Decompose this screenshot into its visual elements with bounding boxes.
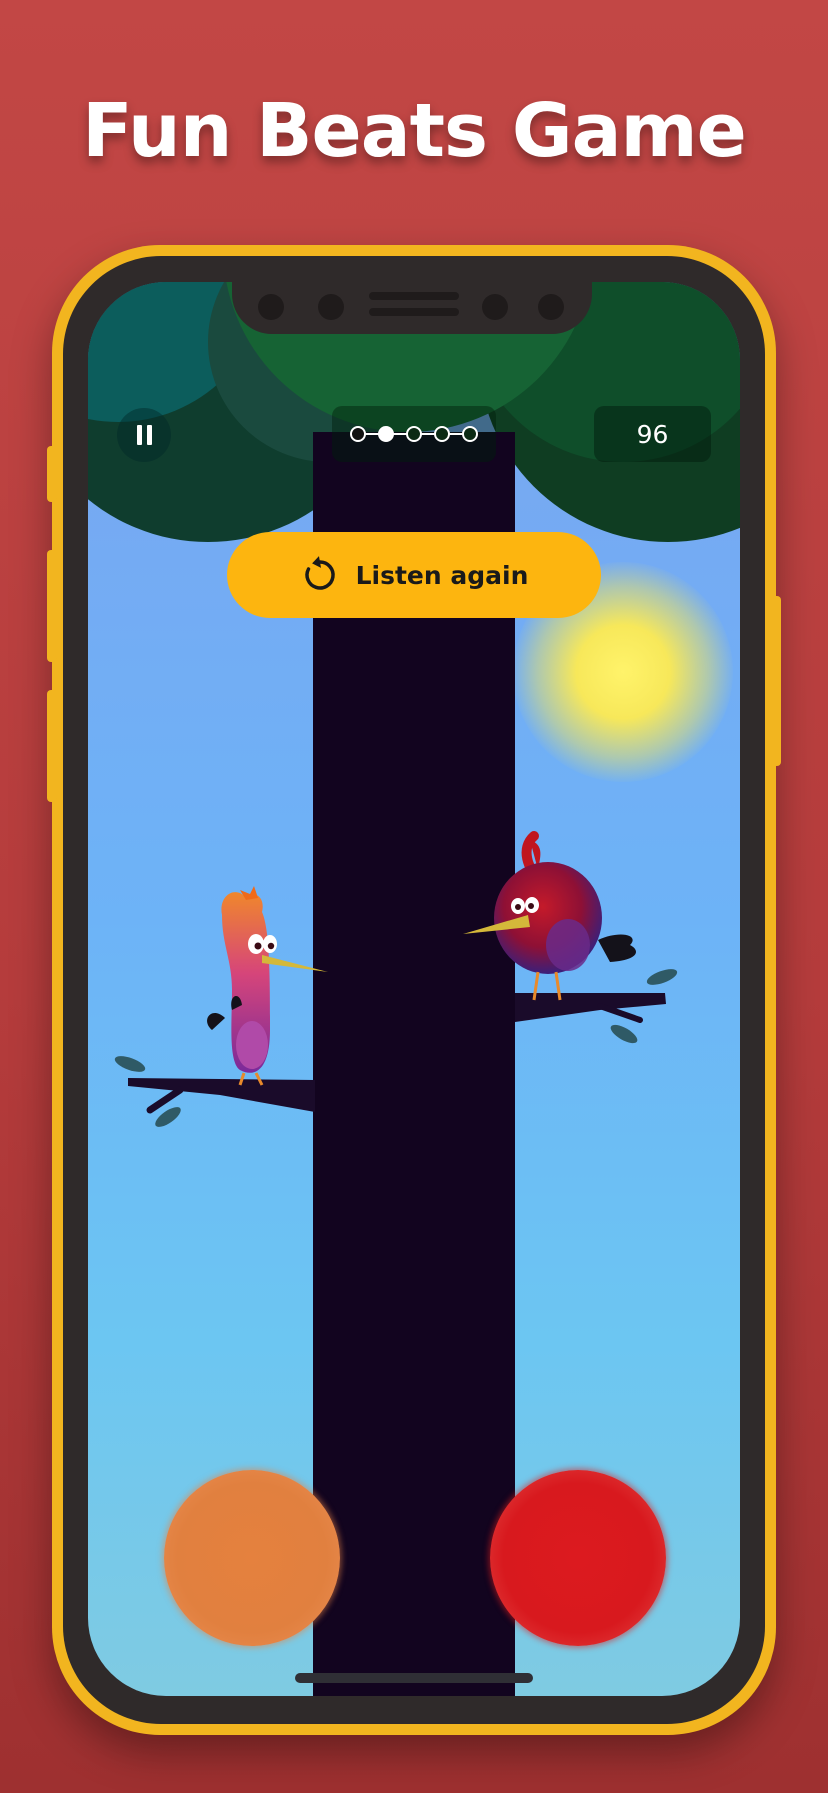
notch-sensor [482, 294, 508, 320]
progress-dot [350, 426, 366, 442]
level-progress-indicator [332, 406, 496, 462]
score-display: 96 [594, 406, 711, 462]
notch-sensor [318, 294, 344, 320]
red-beat-pad[interactable] [490, 1470, 666, 1646]
notch-sensor [258, 294, 284, 320]
notch-speaker [369, 308, 459, 316]
home-indicator [295, 1673, 533, 1683]
listen-again-label: Listen again [355, 560, 529, 590]
phone-notch [232, 282, 592, 334]
pause-button[interactable] [117, 408, 171, 462]
listen-again-button[interactable]: Listen again [227, 532, 601, 618]
orange-beat-pad[interactable] [164, 1470, 340, 1646]
progress-dot [378, 426, 394, 442]
notch-sensor [538, 294, 564, 320]
progress-dots [350, 426, 478, 442]
notch-speaker [369, 292, 459, 300]
red-bird [463, 831, 636, 1001]
pause-icon [146, 425, 152, 445]
replay-icon [304, 556, 335, 590]
progress-dot [462, 426, 478, 442]
right-branch [515, 969, 678, 1044]
orange-bird [207, 886, 328, 1086]
progress-dot [434, 426, 450, 442]
bird-scene [114, 831, 678, 1127]
left-branch [114, 1056, 315, 1127]
progress-dot [406, 426, 422, 442]
pause-icon [136, 425, 142, 445]
